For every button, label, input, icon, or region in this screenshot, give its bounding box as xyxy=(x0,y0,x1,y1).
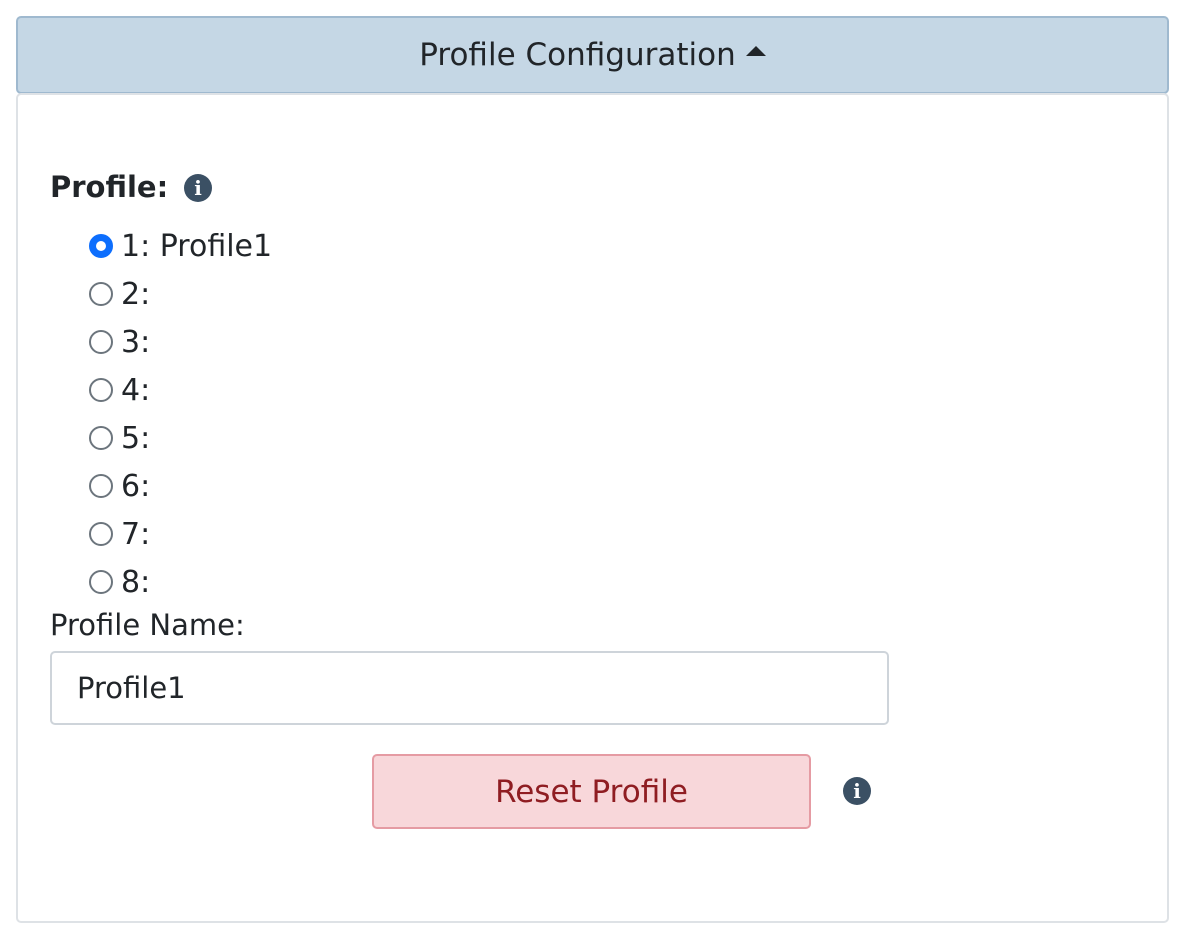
profile-radio-8[interactable]: 8: xyxy=(89,562,150,602)
info-glyph: i xyxy=(853,779,861,803)
radio-button[interactable] xyxy=(89,378,113,402)
profile-label: Profile: xyxy=(50,170,169,204)
profile-name-label: Profile Name: xyxy=(50,608,245,642)
reset-profile-button[interactable]: Reset Profile xyxy=(372,754,811,829)
radio-button[interactable] xyxy=(89,282,113,306)
radio-label: 5: xyxy=(121,420,151,456)
info-glyph: i xyxy=(194,176,202,200)
info-circle-icon[interactable]: i xyxy=(843,777,871,805)
caret-up-icon xyxy=(745,46,766,56)
radio-label: 8: xyxy=(121,564,151,600)
radio-button[interactable] xyxy=(89,330,113,354)
radio-label: 6: xyxy=(121,468,151,504)
radio-label: 4: xyxy=(121,372,151,408)
header-title: Profile Configuration xyxy=(419,37,736,73)
radio-button[interactable] xyxy=(89,570,113,594)
info-circle-icon[interactable]: i xyxy=(184,174,212,202)
radio-label: 2: xyxy=(121,276,151,312)
radio-button[interactable] xyxy=(89,474,113,498)
profile-radio-1[interactable]: 1: Profile1 xyxy=(89,226,272,266)
profile-radio-7[interactable]: 7: xyxy=(89,514,150,554)
profile-radio-3[interactable]: 3: xyxy=(89,322,150,362)
profile-radio-4[interactable]: 4: xyxy=(89,370,150,410)
radio-button[interactable] xyxy=(89,426,113,450)
profile-radio-5[interactable]: 5: xyxy=(89,418,150,458)
profile-name-input[interactable] xyxy=(50,651,889,725)
radio-label: 1: Profile1 xyxy=(121,228,273,264)
radio-button[interactable] xyxy=(89,522,113,546)
radio-label: 7: xyxy=(121,516,151,552)
profile-configuration-header[interactable]: Profile Configuration xyxy=(16,16,1169,94)
profile-radio-6[interactable]: 6: xyxy=(89,466,150,506)
profile-radio-2[interactable]: 2: xyxy=(89,274,150,314)
radio-label: 3: xyxy=(121,324,151,360)
radio-button[interactable] xyxy=(89,234,113,258)
